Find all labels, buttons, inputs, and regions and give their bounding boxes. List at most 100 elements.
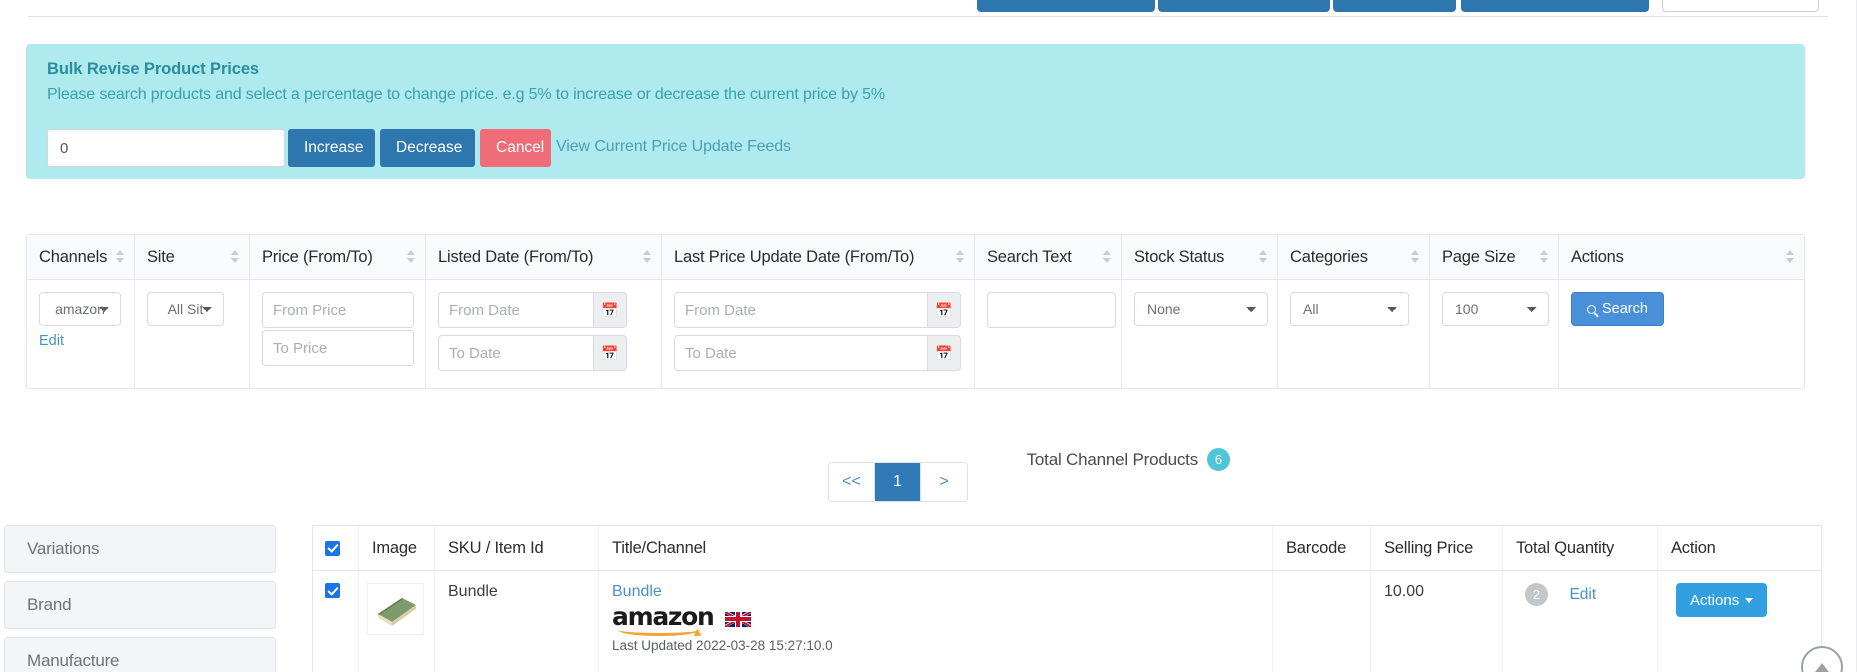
filter-header-categories[interactable]: Categories <box>1278 235 1430 279</box>
quantity-edit-link[interactable]: Edit <box>1569 586 1596 603</box>
product-title-link[interactable]: Bundle <box>612 583 1272 601</box>
row-sku-value: Bundle <box>448 583 498 600</box>
search-button[interactable]: Search <box>1571 292 1664 326</box>
filter-cell-stock-status: None <box>1122 280 1278 388</box>
row-barcode-cell <box>1273 571 1371 672</box>
chevron-down-icon <box>1745 598 1754 603</box>
categories-select[interactable]: All <box>1290 292 1409 326</box>
filter-header-search-text-label: Search Text <box>987 247 1072 266</box>
products-header-selling-price-label: Selling Price <box>1384 538 1474 557</box>
products-header-barcode-label: Barcode <box>1286 538 1347 557</box>
increase-button[interactable]: Increase <box>288 129 375 167</box>
filter-header-price[interactable]: Price (From/To) <box>250 235 426 279</box>
pagination-first[interactable]: << <box>829 463 875 501</box>
row-selling-price-value: 10.00 <box>1384 583 1425 600</box>
listed-date-to-input[interactable] <box>438 335 593 371</box>
filter-header-channels-label: Channels <box>39 247 108 266</box>
stock-status-select[interactable]: None <box>1134 292 1268 326</box>
listed-date-from-input[interactable] <box>438 292 593 328</box>
cancel-button[interactable]: Cancel <box>480 129 551 167</box>
price-from-input[interactable] <box>262 292 414 328</box>
sidebar-item-manufacture[interactable]: Manufacture <box>4 637 276 672</box>
channel-logo-row: amazon <box>612 604 1272 636</box>
products-header-total-quantity-label: Total Quantity <box>1516 538 1615 557</box>
products-header-sku-label: SKU / Item Id <box>448 538 544 557</box>
filter-header-categories-label: Categories <box>1290 247 1368 266</box>
filter-header-listed-date[interactable]: Listed Date (From/To) <box>426 235 662 279</box>
toolbar-ghost-text-left <box>232 0 236 3</box>
filter-header-page-size-label: Page Size <box>1442 247 1516 266</box>
sort-icon[interactable] <box>1786 249 1795 265</box>
last-price-date-from-input[interactable] <box>674 292 927 328</box>
row-select-cell <box>313 571 359 672</box>
select-all-checkbox[interactable] <box>325 540 340 556</box>
toolbar-button-1[interactable] <box>977 0 1155 12</box>
calendar-icon[interactable]: 📅 <box>927 292 961 328</box>
percentage-input[interactable] <box>47 129 285 167</box>
calendar-icon[interactable]: 📅 <box>593 335 627 371</box>
decrease-button[interactable]: Decrease <box>380 129 475 167</box>
filter-header-channels[interactable]: Channels <box>27 235 135 279</box>
search-icon <box>1587 304 1596 314</box>
calendar-icon[interactable]: 📅 <box>593 292 627 328</box>
site-select[interactable]: All Sit <box>147 292 224 326</box>
toolbar-button-5[interactable] <box>1662 0 1819 12</box>
filter-header-actions-label: Actions <box>1571 247 1624 266</box>
filter-header-site[interactable]: Site <box>135 235 250 279</box>
filter-cell-site: All Sit <box>135 280 250 388</box>
filter-header-search-text[interactable]: Search Text <box>975 235 1122 279</box>
filter-header-stock-status[interactable]: Stock Status <box>1122 235 1278 279</box>
filter-cell-last-price-update-date: 📅 📅 <box>662 280 975 388</box>
sidebar-item-variations[interactable]: Variations <box>4 525 276 573</box>
last-price-from-group: 📅 <box>674 292 974 328</box>
sort-icon[interactable] <box>1411 249 1420 265</box>
top-toolbar <box>0 0 1857 16</box>
sort-icon[interactable] <box>1540 249 1549 265</box>
sort-icon[interactable] <box>407 249 416 265</box>
products-header-action: Action <box>1658 526 1821 570</box>
view-price-update-feeds-link[interactable]: View Current Price Update Feeds <box>556 138 791 156</box>
row-title-channel-cell: Bundle amazon Last Updated 2022-03-28 15… <box>599 571 1273 672</box>
row-action-cell: Actions <box>1658 571 1821 672</box>
filter-cell-search-text <box>975 280 1122 388</box>
row-checkbox[interactable] <box>325 583 340 598</box>
filter-header-last-price-update-label: Last Price Update Date (From/To) <box>674 247 915 266</box>
price-to-input[interactable] <box>262 330 414 366</box>
channels-edit-link[interactable]: Edit <box>39 333 64 349</box>
toolbar-button-3[interactable] <box>1333 0 1456 12</box>
sort-icon[interactable] <box>956 249 965 265</box>
total-channel-products-count: 6 <box>1207 448 1230 471</box>
pagination-page-1[interactable]: 1 <box>875 463 921 501</box>
filter-header-actions[interactable]: Actions <box>1559 235 1804 279</box>
toolbar-button-4[interactable] <box>1461 0 1649 12</box>
select-all-header <box>313 526 359 570</box>
sort-icon[interactable] <box>1103 249 1112 265</box>
pagination-next[interactable]: > <box>921 463 967 501</box>
filter-header-price-label: Price (From/To) <box>262 247 373 266</box>
filter-header-last-price-update[interactable]: Last Price Update Date (From/To) <box>662 235 975 279</box>
sort-icon[interactable] <box>116 249 125 265</box>
products-header-image: Image <box>359 526 435 570</box>
sort-icon[interactable] <box>643 249 652 265</box>
filter-cell-categories: All <box>1278 280 1430 388</box>
filter-header-site-label: Site <box>147 247 175 266</box>
toolbar-button-2[interactable] <box>1158 0 1330 12</box>
sort-icon[interactable] <box>1259 249 1268 265</box>
filter-header-page-size[interactable]: Page Size <box>1430 235 1559 279</box>
sidebar-item-label: Variations <box>27 539 100 558</box>
arrow-up-icon <box>1815 662 1829 672</box>
facet-sidebar: Variations Brand Manufacture <box>4 525 276 672</box>
sidebar-item-brand[interactable]: Brand <box>4 581 276 629</box>
filter-table-body: amazon Edit All Sit 📅 <box>27 280 1804 388</box>
last-price-date-to-input[interactable] <box>674 335 927 371</box>
row-actions-button[interactable]: Actions <box>1676 583 1768 617</box>
sort-icon[interactable] <box>231 249 240 265</box>
page-size-select[interactable]: 100 <box>1442 292 1549 326</box>
row-sku-cell: Bundle <box>435 571 599 672</box>
products-header-title-channel: Title/Channel <box>599 526 1273 570</box>
quantity-badge: 2 <box>1525 583 1548 606</box>
calendar-icon[interactable]: 📅 <box>927 335 961 371</box>
bulk-revise-title: Bulk Revise Product Prices <box>47 60 259 78</box>
channels-select[interactable]: amazon <box>39 292 121 326</box>
search-text-input[interactable] <box>987 292 1116 328</box>
